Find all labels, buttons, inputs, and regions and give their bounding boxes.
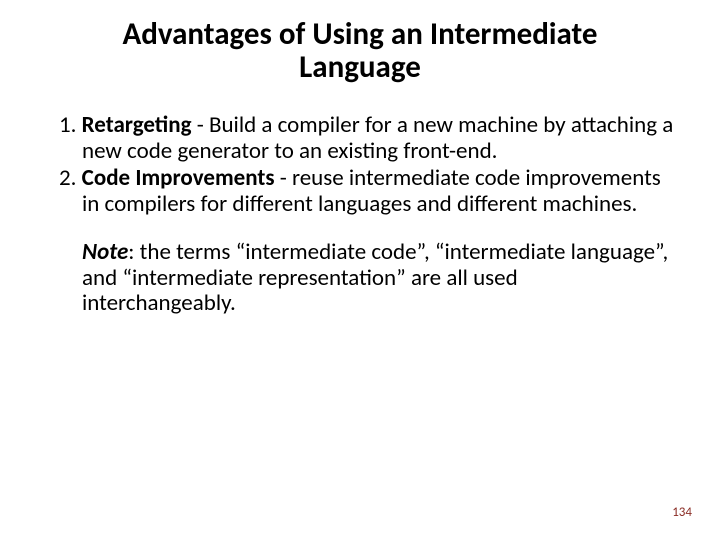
item-lead: Code Improvements bbox=[82, 164, 275, 192]
note-rest: : the terms “intermediate code”, “interm… bbox=[82, 238, 668, 318]
item-number: 1. bbox=[59, 111, 82, 139]
note-lead: Note bbox=[82, 238, 128, 266]
list-item: 2. Code Improvements - reuse intermediat… bbox=[44, 166, 676, 218]
page-number: 134 bbox=[672, 505, 692, 520]
list-item: 1. Retargeting - Build a compiler for a … bbox=[44, 113, 676, 165]
slide-body: 1. Retargeting - Build a compiler for a … bbox=[0, 85, 720, 317]
slide: Advantages of Using an Intermediate Lang… bbox=[0, 0, 720, 540]
slide-title: Advantages of Using an Intermediate Lang… bbox=[0, 0, 720, 85]
item-number: 2. bbox=[59, 164, 82, 192]
item-lead: Retargeting bbox=[82, 111, 192, 139]
note-block: Note: the terms “intermediate code”, “in… bbox=[44, 240, 676, 317]
